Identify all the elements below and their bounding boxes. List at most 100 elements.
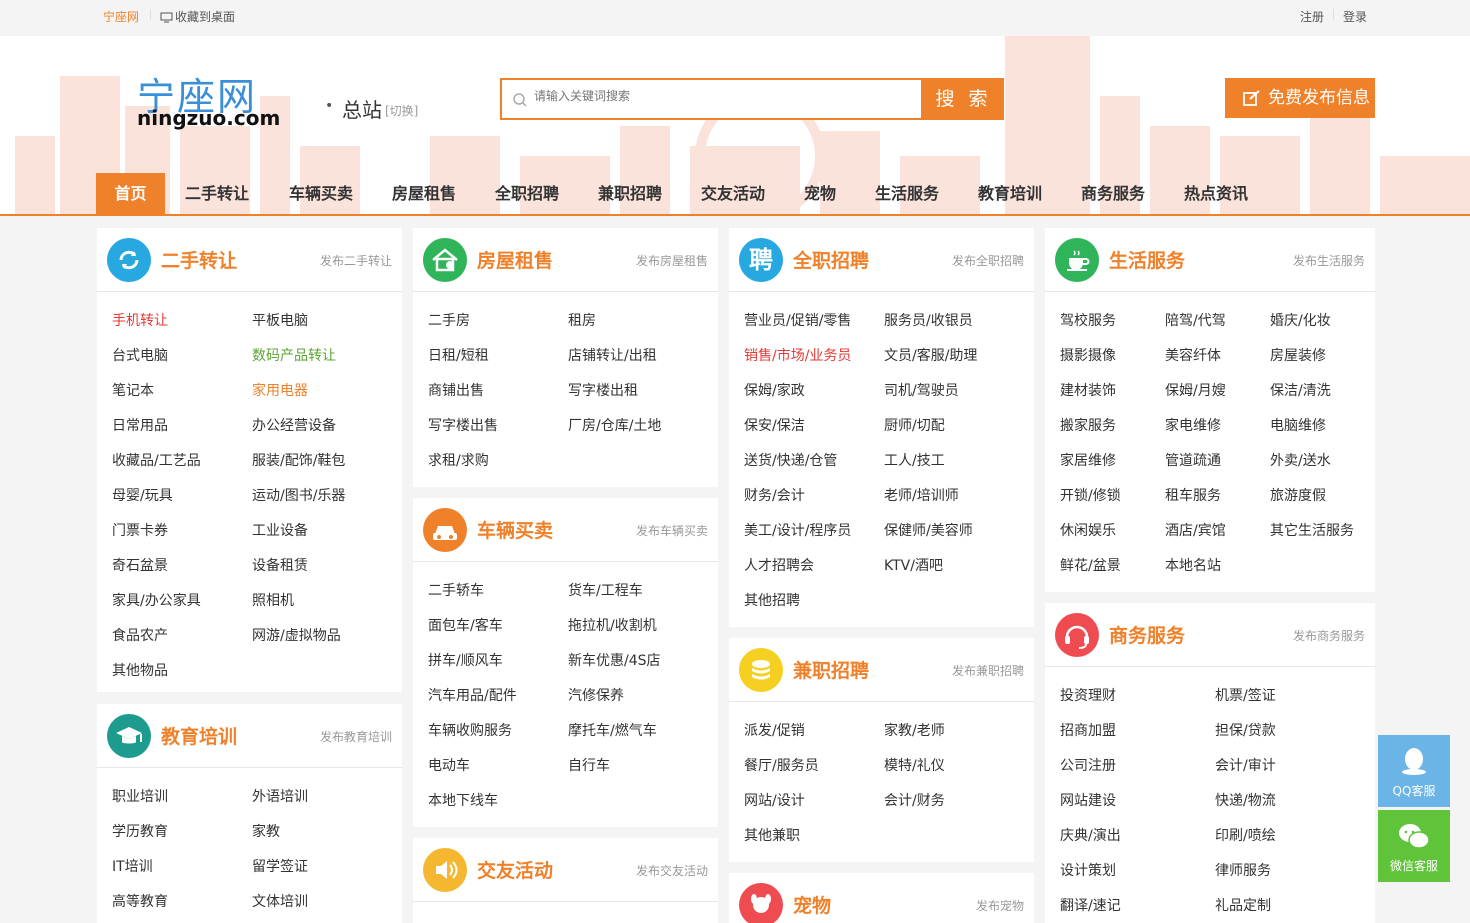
list-item[interactable]: 家电维修	[1165, 415, 1221, 435]
card-title[interactable]: 兼职招聘	[793, 656, 869, 683]
publish-link[interactable]: 发布二手转让	[320, 252, 392, 269]
list-item[interactable]: 保安/保洁	[744, 415, 805, 435]
list-item[interactable]: 照相机	[252, 590, 294, 610]
list-item[interactable]: 公司注册	[1060, 755, 1116, 775]
search-button[interactable]: 搜 索	[923, 78, 1004, 120]
list-item[interactable]: 二手轿车	[428, 580, 484, 600]
list-item[interactable]: 拼车/顺风车	[428, 650, 503, 670]
list-item[interactable]: 保洁/清洗	[1270, 380, 1331, 400]
list-item[interactable]: 日常用品	[112, 415, 168, 435]
list-item[interactable]: 母婴/玩具	[112, 485, 173, 505]
list-item[interactable]: 职业培训	[112, 786, 168, 806]
list-item[interactable]: 模特/礼仪	[884, 755, 945, 775]
list-item[interactable]: 会计/财务	[884, 790, 945, 810]
list-item[interactable]: 日租/短租	[428, 345, 489, 365]
list-item[interactable]: 学历教育	[112, 821, 168, 841]
publish-link[interactable]: 发布全职招聘	[952, 252, 1024, 269]
nav-item-home[interactable]: 首页	[96, 173, 165, 214]
list-item[interactable]: 外卖/送水	[1270, 450, 1331, 470]
list-item[interactable]: 担保/贷款	[1215, 720, 1276, 740]
list-item[interactable]: 外语培训	[252, 786, 308, 806]
list-item[interactable]: 家居维修	[1060, 450, 1116, 470]
nav-item-car[interactable]: 车辆买卖	[289, 173, 353, 214]
list-item[interactable]: 派发/促销	[744, 720, 805, 740]
list-item[interactable]: 其他物品	[112, 660, 168, 680]
list-item[interactable]: 投资理财	[1060, 685, 1116, 705]
card-title[interactable]: 全职招聘	[793, 246, 869, 273]
nav-item-business[interactable]: 商务服务	[1081, 173, 1145, 214]
publish-link[interactable]: 发布交友活动	[636, 862, 708, 879]
nav-item-pet[interactable]: 宠物	[804, 173, 836, 214]
list-item[interactable]: 拖拉机/收割机	[568, 615, 657, 635]
site-home-link[interactable]: 宁座网	[103, 8, 139, 25]
list-item[interactable]: 新车优惠/4S店	[568, 650, 661, 670]
list-item[interactable]: 营业员/促销/零售	[744, 310, 851, 330]
list-item[interactable]: 美容纤体	[1165, 345, 1221, 365]
list-item[interactable]: 陪驾/代驾	[1165, 310, 1226, 330]
list-item[interactable]: 网站建设	[1060, 790, 1116, 810]
list-item[interactable]: 律师服务	[1215, 860, 1271, 880]
list-item[interactable]: 自行车	[568, 755, 610, 775]
nav-item-education[interactable]: 教育培训	[978, 173, 1042, 214]
list-item[interactable]: 机票/签证	[1215, 685, 1276, 705]
list-item[interactable]: 家用电器	[252, 380, 308, 400]
favorite-link[interactable]: 收藏到桌面	[160, 8, 235, 25]
list-item[interactable]: 办公经营设备	[252, 415, 336, 435]
nav-item-secondhand[interactable]: 二手转让	[185, 173, 249, 214]
publish-link[interactable]: 发布兼职招聘	[952, 662, 1024, 679]
list-item[interactable]: 开锁/修锁	[1060, 485, 1121, 505]
list-item[interactable]: 写字楼出租	[568, 380, 638, 400]
publish-link[interactable]: 发布生活服务	[1293, 252, 1365, 269]
logo-domain[interactable]: ningzuo.com	[137, 106, 280, 130]
list-item[interactable]: 店铺转让/出租	[568, 345, 657, 365]
list-item[interactable]: 司机/驾驶员	[884, 380, 959, 400]
list-item[interactable]: 租房	[568, 310, 596, 330]
list-item[interactable]: 文体培训	[252, 891, 308, 911]
nav-item-house[interactable]: 房屋租售	[392, 173, 456, 214]
nav-item-fulltime[interactable]: 全职招聘	[495, 173, 559, 214]
list-item[interactable]: 摩托车/燃气车	[568, 720, 657, 740]
login-link[interactable]: 登录	[1343, 8, 1367, 25]
card-title[interactable]: 生活服务	[1109, 246, 1185, 273]
list-item[interactable]: 其它生活服务	[1270, 520, 1354, 540]
list-item[interactable]: 保姆/家政	[744, 380, 805, 400]
list-item[interactable]: 服务员/收银员	[884, 310, 973, 330]
list-item[interactable]: 保姆/月嫂	[1165, 380, 1226, 400]
list-item[interactable]: 车辆收购服务	[428, 720, 512, 740]
list-item[interactable]: 电脑维修	[1270, 415, 1326, 435]
list-item[interactable]: 鲜花/盆景	[1060, 555, 1121, 575]
wechat-service-button[interactable]: 微信客服	[1378, 810, 1450, 882]
nav-item-dating[interactable]: 交友活动	[701, 173, 765, 214]
list-item[interactable]: 运动/图书/乐器	[252, 485, 345, 505]
list-item[interactable]: 招商加盟	[1060, 720, 1116, 740]
list-item[interactable]: 门票卡券	[112, 520, 168, 540]
list-item[interactable]: 送货/快递/仓管	[744, 450, 837, 470]
list-item[interactable]: 手机转让	[112, 310, 168, 330]
list-item[interactable]: 销售/市场/业务员	[744, 345, 851, 365]
list-item[interactable]: 家具/办公家具	[112, 590, 201, 610]
list-item[interactable]: 电动车	[428, 755, 470, 775]
list-item[interactable]: 房屋装修	[1270, 345, 1326, 365]
list-item[interactable]: 本地名站	[1165, 555, 1221, 575]
list-item[interactable]: 工业设备	[252, 520, 308, 540]
card-title[interactable]: 宠物	[793, 891, 831, 918]
list-item[interactable]: 食品农产	[112, 625, 168, 645]
card-title[interactable]: 房屋租售	[477, 246, 553, 273]
publish-link[interactable]: 发布商务服务	[1293, 627, 1365, 644]
list-item[interactable]: 设计策划	[1060, 860, 1116, 880]
list-item[interactable]: 建材装饰	[1060, 380, 1116, 400]
list-item[interactable]: 求租/求购	[428, 450, 489, 470]
list-item[interactable]: 婚庆/化妆	[1270, 310, 1331, 330]
nav-item-news[interactable]: 热点资讯	[1184, 173, 1248, 214]
publish-link[interactable]: 发布车辆买卖	[636, 522, 708, 539]
list-item[interactable]: 网站/设计	[744, 790, 805, 810]
list-item[interactable]: 家教	[252, 821, 280, 841]
qq-service-button[interactable]: QQ客服	[1378, 735, 1450, 807]
list-item[interactable]: 家教/老师	[884, 720, 945, 740]
list-item[interactable]: 租车服务	[1165, 485, 1221, 505]
list-item[interactable]: 写字楼出售	[428, 415, 498, 435]
list-item[interactable]: 收藏品/工艺品	[112, 450, 201, 470]
list-item[interactable]: 本地下线车	[428, 790, 498, 810]
list-item[interactable]: 台式电脑	[112, 345, 168, 365]
list-item[interactable]: 管道疏通	[1165, 450, 1221, 470]
